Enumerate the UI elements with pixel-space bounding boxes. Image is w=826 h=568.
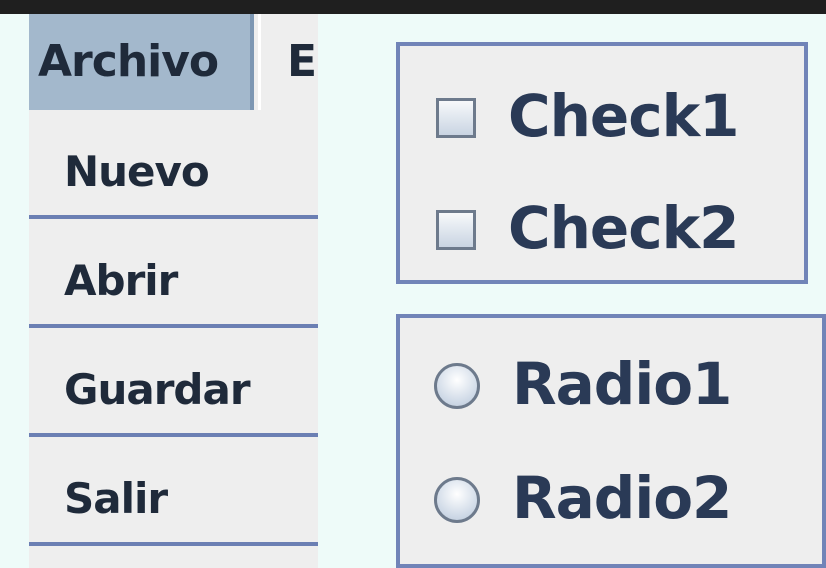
- checkbox-check2[interactable]: Check2: [400, 188, 804, 268]
- menu-item-abrir-label: Abrir: [64, 256, 178, 305]
- menu-item-guardar-label: Guardar: [64, 365, 251, 414]
- radio-radio2-label: Radio2: [512, 464, 732, 532]
- checkbox-check2-label: Check2: [508, 194, 740, 262]
- menu-second-label: E: [287, 36, 317, 87]
- menu-item-abrir[interactable]: Abrir: [29, 219, 318, 328]
- menu-archivo[interactable]: Archivo: [29, 14, 254, 110]
- radio-panel: Radio1 Radio2: [396, 314, 826, 568]
- menu-item-nuevo-label: Nuevo: [64, 147, 210, 196]
- menu-archivo-label: Archivo: [38, 36, 219, 87]
- checkbox-check1-label: Check1: [508, 82, 740, 150]
- menu-item-nuevo[interactable]: Nuevo: [29, 110, 318, 219]
- checkbox-panel: Check1 Check2: [396, 42, 808, 284]
- app-window: Archivo E Nuevo Abrir Guardar Salir Chec…: [0, 0, 826, 568]
- checkbox-icon[interactable]: [436, 98, 476, 138]
- menu-bar: Archivo E: [29, 14, 318, 110]
- window-top-border: [0, 0, 826, 14]
- menu-item-salir-label: Salir: [64, 474, 168, 523]
- menu-second[interactable]: E: [258, 14, 318, 110]
- checkbox-check1[interactable]: Check1: [400, 76, 804, 156]
- menu-item-salir[interactable]: Salir: [29, 437, 318, 546]
- checkbox-icon[interactable]: [436, 210, 476, 250]
- radio-button-icon[interactable]: [434, 477, 480, 523]
- menu-item-guardar[interactable]: Guardar: [29, 328, 318, 437]
- radio-button-icon[interactable]: [434, 363, 480, 409]
- archivo-dropdown: Nuevo Abrir Guardar Salir: [29, 110, 318, 568]
- radio-radio1-label: Radio1: [512, 350, 732, 418]
- radio-radio1[interactable]: Radio1: [400, 344, 822, 424]
- radio-radio2[interactable]: Radio2: [400, 458, 822, 538]
